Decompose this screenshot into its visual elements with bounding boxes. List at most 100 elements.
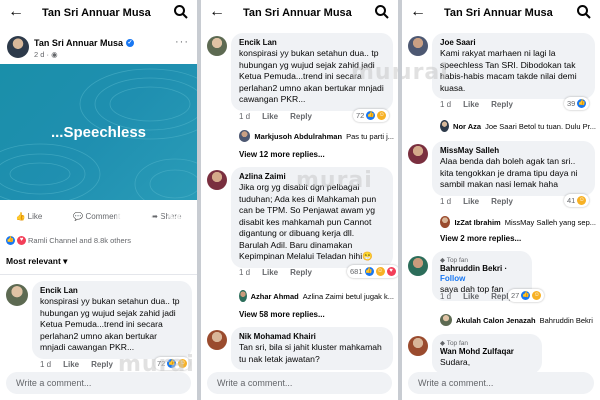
comment-meta: 1 d Like Reply — [239, 268, 312, 277]
comment-text: Jika org yg disabit dgn pelbagai tuduhan… — [239, 182, 377, 261]
avatar[interactable] — [408, 336, 428, 356]
view-more-replies[interactable]: View 2 more replies... — [440, 234, 521, 243]
reply-author: Azhar Ahmad — [250, 291, 299, 301]
comment-reaction-count[interactable]: 39 👍 — [564, 97, 590, 110]
comment-reply-button[interactable]: Reply — [91, 360, 113, 369]
back-arrow-icon[interactable]: ← — [410, 4, 426, 20]
avatar — [239, 130, 251, 142]
reply-author: Nor Aza — [453, 121, 482, 131]
top-fan-badge: ◆ Top fan — [440, 340, 469, 347]
search-icon[interactable] — [173, 4, 189, 20]
write-comment-input[interactable]: Write a comment... — [207, 372, 392, 394]
post-image-text: ...Speechless — [50, 124, 147, 141]
search-icon[interactable] — [576, 4, 592, 20]
avatar[interactable] — [408, 36, 428, 56]
sort-label: Most relevant — [6, 256, 61, 266]
back-arrow-icon[interactable]: ← — [8, 4, 24, 20]
comment-reaction-count[interactable]: 72 👍 ☺ — [353, 109, 390, 122]
reply-preview[interactable]: IzZat Ibrahim MissMay Salleh yang sep... — [440, 216, 596, 228]
search-icon[interactable] — [374, 4, 390, 20]
comment-reply-button[interactable]: Reply — [290, 268, 312, 277]
comment-bubble[interactable]: Encik Lan konspirasi yy bukan setahun du… — [32, 281, 192, 359]
post-time-text: 2 d — [34, 50, 45, 59]
reaction-count: 681 — [350, 267, 363, 276]
avatar[interactable] — [408, 144, 428, 164]
avatar — [440, 314, 452, 326]
commenter-name[interactable]: Nik Mohamad Khairi — [239, 332, 385, 342]
comment-meta: 1 d Like Reply — [440, 292, 513, 301]
haha-reaction-icon: ☺ — [377, 111, 387, 120]
reply-preview[interactable]: Azhar Ahmad Azlina Zaimi betul jugak k..… — [239, 290, 394, 302]
comment-bubble[interactable]: Nik Mohamad Khairi Tan sri, bila si jahi… — [231, 327, 393, 370]
comment-button[interactable]: 💬 Comment — [73, 212, 120, 221]
commenter-name[interactable]: Encik Lan — [40, 286, 184, 296]
comment-like-button[interactable]: Like — [463, 197, 479, 206]
reaction-count: 72 — [356, 111, 365, 120]
reply-preview[interactable]: Nor Aza Joe Saari Betol tu tuan. Dulu Pr… — [440, 120, 596, 132]
watermark: murai — [351, 60, 398, 85]
header: ← Tan Sri Annuar Musa — [402, 0, 600, 26]
back-arrow-icon[interactable]: ← — [209, 4, 225, 20]
comment-bubble[interactable]: Joe Saari Kami rakyat marhaen ni lagi la… — [432, 33, 595, 99]
avatar — [239, 290, 247, 302]
commenter-name[interactable]: Joe Saari — [440, 38, 587, 48]
comment-text: Kami rakyat marhaen ni lagi la speechles… — [440, 48, 577, 93]
like-button[interactable]: 👍 Like — [15, 212, 42, 221]
avatar[interactable] — [408, 256, 428, 276]
watermark: murai — [115, 200, 192, 225]
avatar — [440, 216, 451, 228]
page-title: Tan Sri Annuar Musa — [444, 7, 553, 19]
commenter-name[interactable]: MissMay Salleh — [440, 146, 587, 156]
watermark: murai — [296, 168, 373, 193]
reply-preview[interactable]: Akulah Calon Jenazah Bahruddin Bekri — [440, 314, 596, 326]
comment-reaction-count[interactable]: 41 ☺ — [564, 194, 590, 207]
comment-bubble[interactable]: MissMay Salleh Alaa benda dah boleh agak… — [432, 141, 595, 196]
post-image[interactable]: ...Speechless — [0, 64, 197, 200]
follow-button[interactable]: Follow — [440, 274, 465, 283]
top-fan-label: Top fan — [446, 340, 469, 347]
comment-like-button[interactable]: Like — [463, 292, 479, 301]
reply-preview[interactable]: Markjusoh Abdulrahman Pas tu parti j... — [239, 130, 394, 142]
comment-like-button[interactable]: Like — [463, 100, 479, 109]
write-comment-input[interactable]: Write a comment... — [408, 372, 594, 394]
comment-reply-button[interactable]: Reply — [290, 112, 312, 121]
comment-text: konspirasi yy bukan setahun dua.. tp hub… — [40, 296, 180, 352]
top-fan-badge: ◆ Top fan — [440, 257, 469, 264]
like-reaction-icon: 👍 — [6, 236, 15, 245]
comment-reaction-count[interactable]: 27 👍 ☺ — [508, 289, 545, 302]
view-more-replies[interactable]: View 12 more replies... — [239, 150, 325, 159]
header: ← Tan Sri Annuar Musa — [201, 0, 398, 26]
commenter-name[interactable]: Wan Mohd Zulfaqar — [440, 347, 534, 357]
commenter-name[interactable]: Bahruddin Bekri — [440, 264, 502, 273]
avatar — [440, 120, 450, 132]
page-title: Tan Sri Annuar Musa — [42, 7, 151, 19]
reply-text: Azlina Zaimi betul jugak k... — [302, 291, 394, 301]
poster-name[interactable]: Tan Sri Annuar Musa — [34, 38, 123, 48]
avatar[interactable] — [6, 284, 28, 306]
reaction-count: 41 — [567, 196, 576, 205]
comment-reply-button[interactable]: Reply — [491, 197, 513, 206]
chevron-down-icon: ▾ — [63, 256, 68, 266]
like-reaction-icon: 👍 — [577, 99, 587, 108]
comment-time: 1 d — [440, 197, 452, 206]
comment-like-button[interactable]: Like — [63, 360, 79, 369]
avatar[interactable] — [207, 330, 227, 350]
comment-bubble[interactable]: ◆ Top fan Wan Mohd Zulfaqar Sudara, — [432, 334, 542, 374]
commenter-name[interactable]: Encik Lan — [239, 38, 385, 48]
comment-text: Alaa benda dah boleh agak tan sri.. kita… — [440, 156, 578, 189]
avatar[interactable] — [207, 36, 227, 56]
comment-like-button[interactable]: Like — [262, 268, 278, 277]
more-options-icon[interactable]: ··· — [175, 36, 189, 48]
comment-reaction-count[interactable]: 681 👍 ☺ ♥ — [347, 265, 398, 278]
comment-reply-button[interactable]: Reply — [491, 100, 513, 109]
like-reaction-icon: 👍 — [521, 291, 531, 300]
reply-text: MissMay Salleh yang sep... — [504, 217, 596, 227]
comment-like-button[interactable]: Like — [262, 112, 278, 121]
comment-time: 1 d — [440, 100, 452, 109]
sort-dropdown[interactable]: Most relevant ▾ — [6, 256, 67, 267]
reaction-summary[interactable]: 👍 ♥ Ramli Channel and 8.8k others — [6, 236, 131, 245]
avatar[interactable] — [207, 170, 227, 190]
avatar[interactable] — [7, 36, 29, 58]
reply-author: IzZat Ibrahim — [454, 217, 501, 227]
view-more-replies[interactable]: View 58 more replies... — [239, 310, 325, 319]
